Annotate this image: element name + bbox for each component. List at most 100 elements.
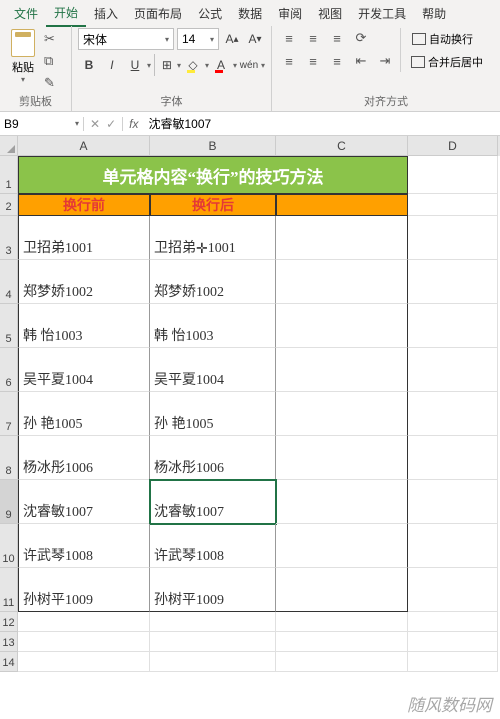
- cell[interactable]: [408, 480, 498, 524]
- cell[interactable]: [276, 260, 408, 304]
- chevron-down-icon[interactable]: ▾: [177, 61, 181, 70]
- cell[interactable]: [276, 216, 408, 260]
- tab-view[interactable]: 视图: [310, 1, 350, 26]
- cell[interactable]: [18, 632, 150, 652]
- cell[interactable]: 沈睿敏1007: [150, 480, 276, 524]
- chevron-down-icon[interactable]: ▾: [205, 61, 209, 70]
- row-header[interactable]: 13: [0, 632, 18, 652]
- cell[interactable]: 韩 怡1003: [150, 304, 276, 348]
- cell[interactable]: [276, 612, 408, 632]
- cell[interactable]: 沈睿敏1007: [18, 480, 150, 524]
- col-header-a[interactable]: A: [18, 136, 150, 156]
- align-middle-icon[interactable]: ≡: [302, 28, 324, 48]
- tab-home[interactable]: 开始: [46, 0, 86, 27]
- cell[interactable]: 吴平夏1004: [18, 348, 150, 392]
- align-left-icon[interactable]: ≡: [278, 51, 300, 71]
- tab-data[interactable]: 数据: [230, 1, 270, 26]
- cell[interactable]: 郑梦娇1002: [18, 260, 150, 304]
- indent-increase-icon[interactable]: ⇥: [374, 51, 396, 71]
- tab-file[interactable]: 文件: [6, 1, 46, 26]
- cell[interactable]: 杨冰彤1006: [18, 436, 150, 480]
- cell[interactable]: [276, 480, 408, 524]
- cell[interactable]: 韩 怡1003: [18, 304, 150, 348]
- cell[interactable]: [408, 524, 498, 568]
- cut-icon[interactable]: ✂: [44, 31, 62, 47]
- align-center-icon[interactable]: ≡: [302, 51, 324, 71]
- formula-input[interactable]: 沈睿敏1007: [144, 115, 500, 132]
- cell[interactable]: [408, 568, 498, 612]
- header-cell-c[interactable]: [276, 194, 408, 216]
- row-header[interactable]: 9: [0, 480, 18, 524]
- cell[interactable]: [408, 216, 498, 260]
- row-header[interactable]: 12: [0, 612, 18, 632]
- cell[interactable]: 卫招弟✛1001: [150, 216, 276, 260]
- wrap-text-button[interactable]: 自动换行: [407, 28, 487, 50]
- cell[interactable]: [408, 348, 498, 392]
- cell[interactable]: [408, 194, 498, 216]
- col-header-d[interactable]: D: [408, 136, 498, 156]
- header-cell-b[interactable]: 换行后: [150, 194, 276, 216]
- cell[interactable]: [408, 632, 498, 652]
- cell[interactable]: 许武琴1008: [150, 524, 276, 568]
- underline-button[interactable]: U: [124, 54, 146, 76]
- row-header[interactable]: 4: [0, 260, 18, 304]
- cell[interactable]: [18, 612, 150, 632]
- chevron-down-icon[interactable]: ▾: [261, 61, 265, 70]
- merge-center-button[interactable]: 合并后居中: [407, 52, 487, 72]
- tab-developer[interactable]: 开发工具: [350, 1, 414, 26]
- cell[interactable]: [408, 612, 498, 632]
- row-header[interactable]: 1: [0, 156, 18, 194]
- col-header-b[interactable]: B: [150, 136, 276, 156]
- cell[interactable]: [408, 652, 498, 672]
- italic-button[interactable]: I: [101, 54, 123, 76]
- paste-button[interactable]: 粘贴 ▾: [6, 29, 40, 84]
- title-cell[interactable]: 单元格内容“换行”的技巧方法: [18, 156, 408, 194]
- row-header[interactable]: 14: [0, 652, 18, 672]
- col-header-c[interactable]: C: [276, 136, 408, 156]
- header-cell-a[interactable]: 换行前: [18, 194, 150, 216]
- tab-page-layout[interactable]: 页面布局: [126, 1, 190, 26]
- cancel-icon[interactable]: ✕: [90, 117, 100, 131]
- fill-color-button[interactable]: ◇: [182, 54, 204, 76]
- tab-formula[interactable]: 公式: [190, 1, 230, 26]
- cell[interactable]: 许武琴1008: [18, 524, 150, 568]
- enter-icon[interactable]: ✓: [106, 117, 116, 131]
- select-all-corner[interactable]: [0, 136, 18, 156]
- cell[interactable]: 郑梦娇1002: [150, 260, 276, 304]
- chevron-down-icon[interactable]: ▾: [147, 61, 151, 70]
- cell[interactable]: [408, 436, 498, 480]
- row-header[interactable]: 3: [0, 216, 18, 260]
- row-header[interactable]: 6: [0, 348, 18, 392]
- cell[interactable]: [276, 524, 408, 568]
- bold-button[interactable]: B: [78, 54, 100, 76]
- increase-font-icon[interactable]: A▴: [222, 28, 242, 50]
- tab-insert[interactable]: 插入: [86, 1, 126, 26]
- cell[interactable]: [150, 632, 276, 652]
- font-color-button[interactable]: A: [210, 54, 232, 76]
- cell[interactable]: [276, 348, 408, 392]
- cell[interactable]: 卫招弟1001: [18, 216, 150, 260]
- cell[interactable]: [276, 392, 408, 436]
- cell[interactable]: [276, 436, 408, 480]
- phonetic-button[interactable]: wén: [238, 54, 260, 76]
- align-right-icon[interactable]: ≡: [326, 51, 348, 71]
- format-painter-icon[interactable]: ✎: [44, 75, 62, 91]
- tab-help[interactable]: 帮助: [414, 1, 454, 26]
- cell[interactable]: 孙树平1009: [18, 568, 150, 612]
- copy-icon[interactable]: ⧉: [44, 53, 62, 69]
- font-name-select[interactable]: 宋体▾: [78, 28, 174, 50]
- cell[interactable]: [150, 612, 276, 632]
- fx-icon[interactable]: fx: [123, 117, 144, 131]
- cell[interactable]: [408, 156, 498, 194]
- cell[interactable]: [18, 652, 150, 672]
- tab-review[interactable]: 审阅: [270, 1, 310, 26]
- cell[interactable]: [408, 304, 498, 348]
- cell[interactable]: 孙 艳1005: [150, 392, 276, 436]
- cell[interactable]: [276, 304, 408, 348]
- decrease-font-icon[interactable]: A▾: [245, 28, 265, 50]
- cell[interactable]: [408, 392, 498, 436]
- row-header[interactable]: 2: [0, 194, 18, 216]
- chevron-down-icon[interactable]: ▾: [233, 61, 237, 70]
- cell[interactable]: [276, 632, 408, 652]
- align-bottom-icon[interactable]: ≡: [326, 28, 348, 48]
